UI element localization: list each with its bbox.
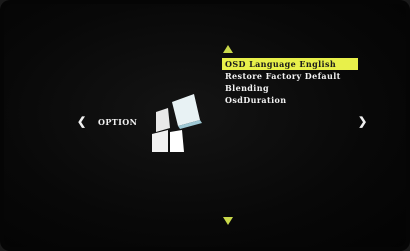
category-label: OPTION: [98, 117, 138, 127]
option-blocks-icon: [152, 94, 202, 152]
previous-category-chevron-icon[interactable]: ❮: [77, 115, 86, 128]
next-category-chevron-icon[interactable]: ❯: [358, 115, 367, 128]
osd-background: OSD Language English Restore Factory Def…: [4, 4, 406, 247]
menu-item-restore-factory-default[interactable]: Restore Factory Default: [222, 70, 358, 82]
projector-screen: OSD Language English Restore Factory Def…: [0, 0, 410, 251]
menu-item-osd-duration[interactable]: OsdDuration: [222, 94, 358, 106]
osd-menu-list: OSD Language English Restore Factory Def…: [222, 58, 358, 106]
scroll-up-arrow-icon[interactable]: [223, 45, 233, 53]
menu-item-osd-language[interactable]: OSD Language English: [222, 58, 358, 70]
scroll-down-arrow-icon[interactable]: [223, 217, 233, 225]
menu-item-blending[interactable]: Blending: [222, 82, 358, 94]
